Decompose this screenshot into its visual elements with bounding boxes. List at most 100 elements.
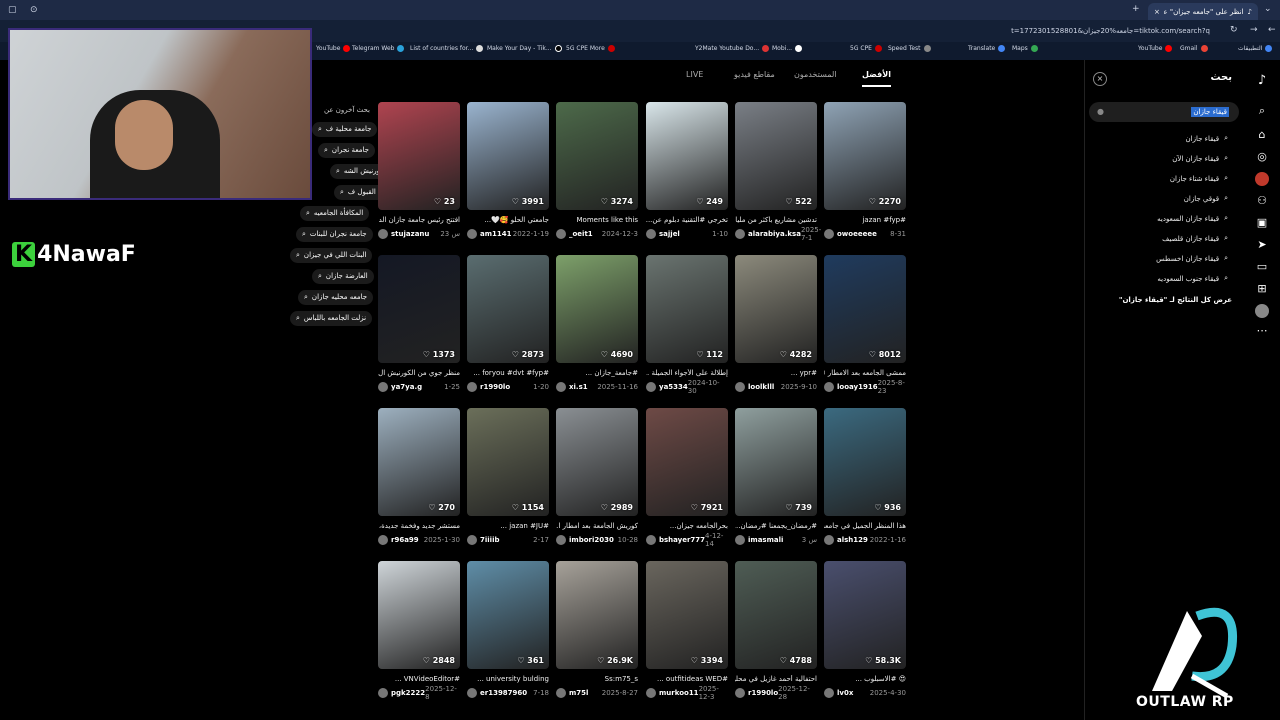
video-author[interactable]: stujazanu <box>378 229 429 239</box>
video-card[interactable]: ♡ 4282 #ypr ... loolklll 2025-9-10 <box>735 255 817 393</box>
video-author[interactable]: r1990lo <box>467 382 510 392</box>
upload-icon[interactable]: ⊞ <box>1255 282 1269 296</box>
bookmark-youtube-2[interactable]: YouTube <box>316 45 351 52</box>
video-author[interactable]: alarabiya.ksa <box>735 229 801 239</box>
video-author[interactable]: murkoo11 <box>646 688 699 698</box>
search-suggestion[interactable]: ⌕ قيقاء جازان قلصيف <box>1162 234 1228 243</box>
video-thumbnail[interactable]: ♡ 58.3K <box>824 561 906 669</box>
related-search-item[interactable]: البنات اللي في جيزان ⌕ <box>290 248 373 263</box>
video-author[interactable]: m75l <box>556 688 588 698</box>
video-thumbnail[interactable]: ♡ 4690 <box>556 255 638 363</box>
video-caption[interactable]: Ss:m75_s <box>556 675 638 685</box>
messages-icon[interactable]: ▭ <box>1255 260 1269 274</box>
video-card[interactable]: ♡ 4788 احتفالية أحمد غازيل في محليه ... … <box>735 561 817 701</box>
related-search-item[interactable]: المكافأة الجامعيه ⌕ <box>300 206 370 221</box>
tab-search-icon[interactable]: ⊙ <box>30 5 38 15</box>
video-caption[interactable]: بحرالجامعه جيزان... <box>646 522 728 532</box>
video-caption[interactable]: #رمضان_يجمعنا #رمضان... <box>735 522 817 532</box>
video-author[interactable]: r96a99 <box>378 535 419 545</box>
video-thumbnail[interactable]: ♡ 936 <box>824 408 906 516</box>
video-thumbnail[interactable]: ♡ 2989 <box>556 408 638 516</box>
video-caption[interactable]: #ypr ... <box>735 369 817 379</box>
video-author[interactable]: ya7ya.g <box>378 382 422 392</box>
search-suggestion[interactable]: ⌕ قيقاء جنوب السعوديه <box>1157 274 1228 283</box>
bookmark-tiktok[interactable]: Make Your Day - Tik... <box>487 45 562 52</box>
url-input[interactable]: tiktok.com/search?q=جامعه%20جيزان&t=1772… <box>960 24 1210 38</box>
live-icon[interactable]: ▣ <box>1255 216 1269 230</box>
bookmark-mobi[interactable]: Mobi... <box>772 45 803 52</box>
video-author[interactable]: _oeit1 <box>556 229 593 239</box>
explore-icon[interactable]: ◎ <box>1255 150 1269 164</box>
tab-live[interactable]: LIVE <box>686 70 703 79</box>
bookmark-telegram[interactable]: Telegram Web <box>352 45 405 52</box>
video-thumbnail[interactable]: ♡ 4788 <box>735 561 817 669</box>
search-suggestion[interactable]: ⌕ قيقاء جازان السعوديه <box>1157 214 1228 223</box>
back-icon[interactable]: ← <box>1268 25 1276 35</box>
video-author[interactable]: r1990lo <box>735 688 778 698</box>
video-caption[interactable]: تخرجي #التقنية دبلوم عن... <box>646 216 728 226</box>
video-caption[interactable]: 😍 #الاسبلوب ... <box>824 675 906 685</box>
video-author[interactable]: am1141 <box>467 229 512 239</box>
video-caption[interactable]: #foryou #dvt #fyp ... <box>467 369 549 379</box>
video-card[interactable]: ♡ 3991 جامعتي الحلو 🥰🤍... am1141 2022-1-… <box>467 102 549 240</box>
profile-avatar[interactable] <box>1255 304 1269 318</box>
video-thumbnail[interactable]: ♡ 270 <box>378 408 460 516</box>
bookmark-youtube[interactable]: YouTube <box>1138 45 1173 52</box>
video-caption[interactable]: #jazan #JU ... <box>467 522 549 532</box>
view-all-results[interactable]: عرض كل النتائج لـ "قيقاء جازان" <box>1119 296 1232 304</box>
forward-icon[interactable]: → <box>1250 25 1258 35</box>
video-author[interactable]: alsh129 <box>824 535 868 545</box>
related-search-item[interactable]: نزلت الجامعه باللباس ⌕ <box>290 311 373 326</box>
video-thumbnail[interactable]: ♡ 3274 <box>556 102 638 210</box>
related-search-item[interactable]: جامعة محلية ف ⌕ <box>312 122 378 137</box>
video-thumbnail[interactable]: ♡ 3991 <box>467 102 549 210</box>
video-thumbnail[interactable]: ♡ 2270 <box>824 102 906 210</box>
video-caption[interactable]: Moments like this <box>556 216 639 226</box>
video-card[interactable]: ♡ 1154 #jazan #JU ... 7iiiib 2-17 <box>467 408 549 546</box>
video-thumbnail[interactable]: ♡ 8012 <box>824 255 906 363</box>
following-icon[interactable]: ⚇ <box>1255 194 1269 208</box>
video-thumbnail[interactable]: ♡ 7921 <box>646 408 728 516</box>
tiktok-logo-icon[interactable]: ♪ <box>1255 74 1269 88</box>
video-card[interactable]: ♡ 7921 بحرالجامعه جيزان... bshayer777 4-… <box>646 408 728 548</box>
video-thumbnail[interactable]: ♡ 739 <box>735 408 817 516</box>
search-icon[interactable]: ⌕ <box>1255 104 1269 118</box>
video-author[interactable]: 7iiiib <box>467 535 499 545</box>
home-icon[interactable]: ⌂ <box>1255 128 1269 142</box>
bookmark-5gcpe-more[interactable]: 5G CPE More <box>566 45 615 52</box>
related-search-item[interactable]: جامعة نجران للبنات ⌕ <box>296 227 373 242</box>
video-card[interactable]: ♡ 4690 #جامعة_جازان ... xi.s1 2025-11-16 <box>556 255 638 393</box>
bookmark-maps[interactable]: Maps <box>1012 45 1038 52</box>
video-card[interactable]: ♡ 23 افتتح رئيس جامعة جازان الد... stuja… <box>378 102 460 240</box>
video-thumbnail[interactable]: ♡ 2873 <box>467 255 549 363</box>
video-author[interactable]: loolklll <box>735 382 774 392</box>
video-card[interactable]: ♡ 112 إطلالة على الأجواء الجميلة ... ya5… <box>646 255 728 395</box>
video-caption[interactable]: #VNVideoEditor ... <box>378 675 460 685</box>
close-icon[interactable]: × <box>1154 8 1160 16</box>
video-author[interactable]: ya5334 <box>646 382 688 392</box>
search-suggestion[interactable]: ⌕ قيقاء جازان الآن <box>1172 154 1228 163</box>
search-suggestion[interactable]: ⌕ قيقاء جازان اخسطس <box>1156 254 1228 263</box>
video-thumbnail[interactable]: ♡ 3394 <box>646 561 728 669</box>
video-caption[interactable]: #jazan #fyp <box>824 216 906 226</box>
inbox-icon[interactable]: ➤ <box>1255 238 1269 252</box>
chevron-down-icon[interactable]: ⌄ <box>1264 4 1272 14</box>
video-thumbnail[interactable]: ♡ 2848 <box>378 561 460 669</box>
video-caption[interactable]: ممشى الجامعه بعد الامطار 😍 <box>824 369 906 379</box>
video-card[interactable]: ♡ 3394 #outfitideas WED ... murkoo11 202… <box>646 561 728 701</box>
video-card[interactable]: ♡ 8012 ممشى الجامعه بعد الامطار 😍 looay1… <box>824 255 906 395</box>
video-thumbnail[interactable]: ♡ 1154 <box>467 408 549 516</box>
window-menu-icon[interactable]: ▢ <box>8 5 17 15</box>
video-card[interactable]: ♡ 936 هذا المنظر الجميل في جامعة... alsh… <box>824 408 906 546</box>
video-thumbnail[interactable]: ♡ 249 <box>646 102 728 210</box>
tab-top[interactable]: الأفضل <box>862 70 891 87</box>
video-card[interactable]: ♡ 58.3K 😍 #الاسبلوب ... lv0x 2025-4-30 <box>824 561 906 699</box>
video-card[interactable]: ♡ 3274 Moments like this _oeit1 2024-12-… <box>556 102 638 240</box>
video-thumbnail[interactable]: ♡ 361 <box>467 561 549 669</box>
related-search-item[interactable]: جامعة نجران ⌕ <box>318 143 375 158</box>
search-suggestion[interactable]: ⌕ قيقاء شتاء جازان <box>1170 174 1228 183</box>
video-card[interactable]: ♡ 522 تدشين مشاريع بأكثر من مليار... ala… <box>735 102 821 242</box>
video-author[interactable]: imasmali <box>735 535 783 545</box>
tab-tiktok[interactable]: × انظر على "جامعه جيزان" على... ♪ <box>1148 3 1258 20</box>
bookmark-y2mate[interactable]: Y2Mate Youtube Do... <box>695 45 770 52</box>
